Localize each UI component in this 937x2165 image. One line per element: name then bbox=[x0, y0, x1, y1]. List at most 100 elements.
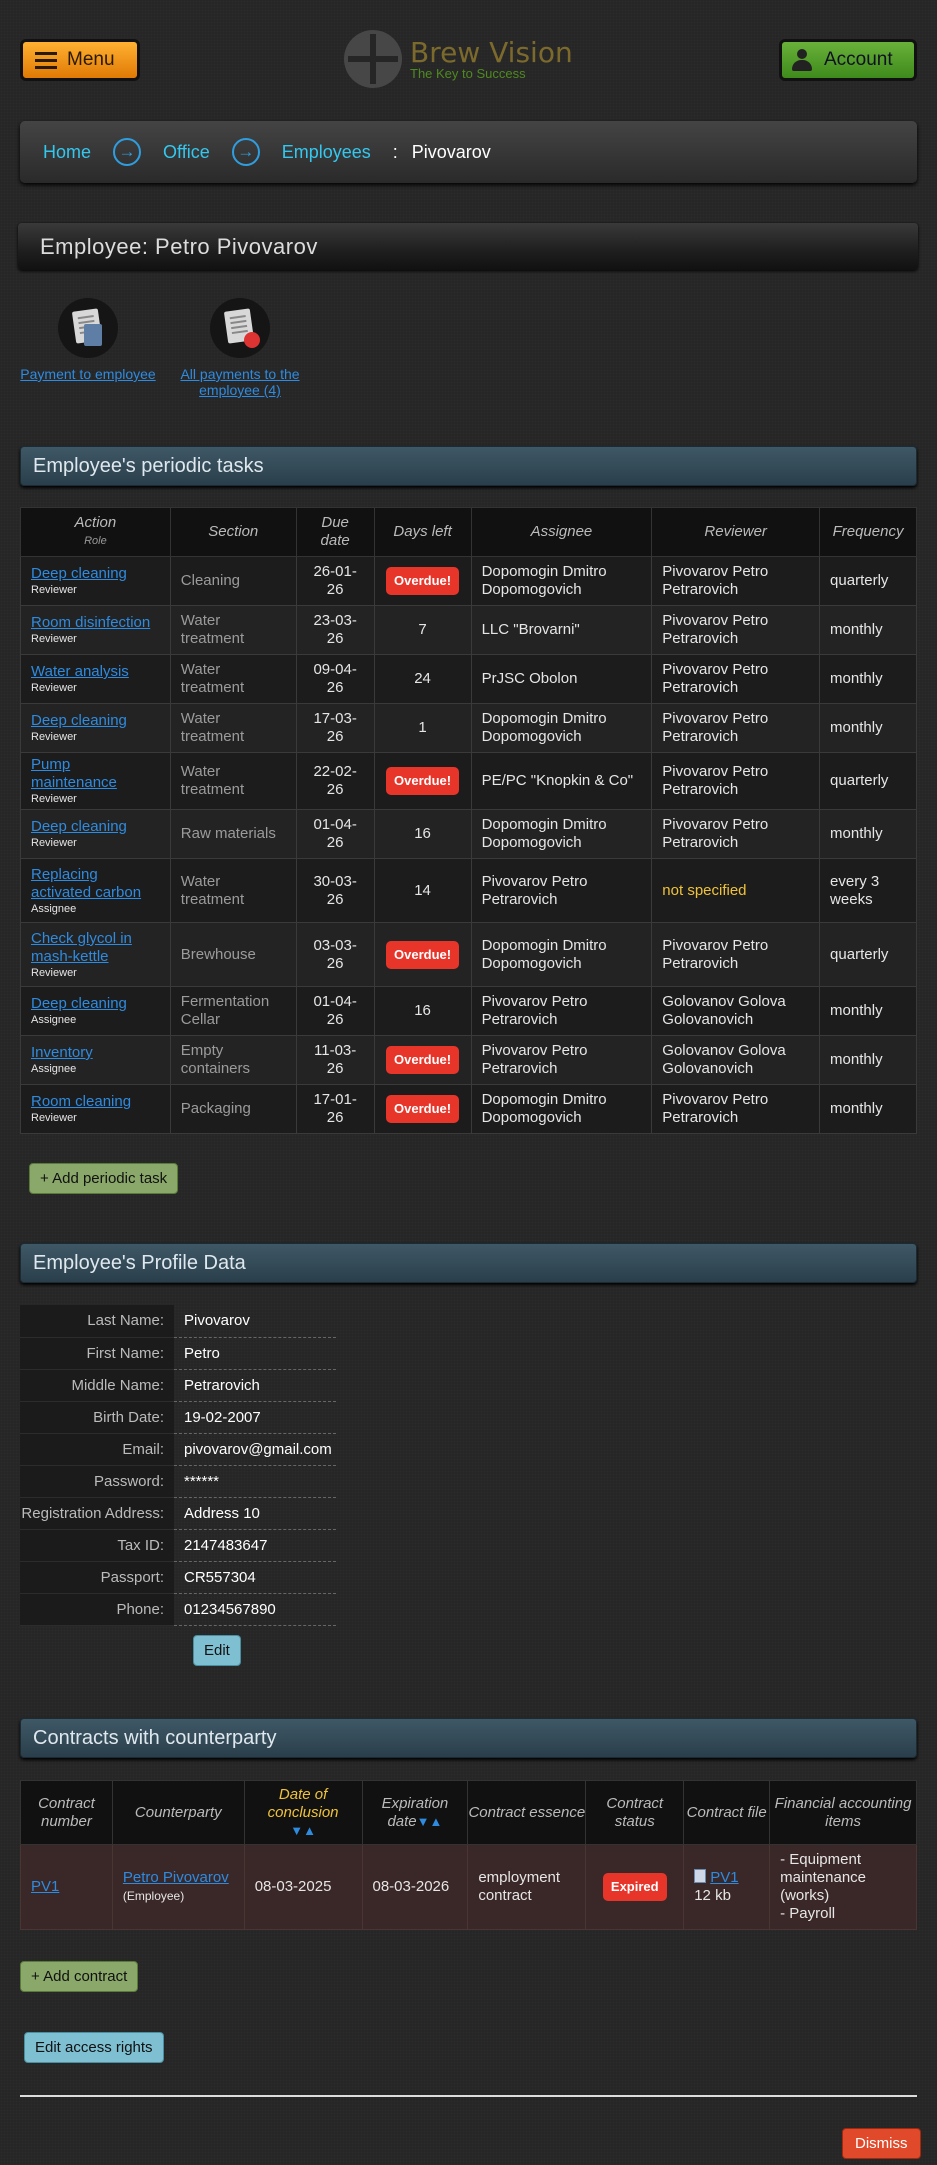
contracts-heading: Contracts with counterparty bbox=[20, 1718, 917, 1758]
assignee-cell: Dopomogin Dmitro Dopomogovich bbox=[470, 922, 653, 987]
account-button[interactable]: Account bbox=[779, 39, 917, 81]
frequency-cell: monthly bbox=[819, 654, 917, 704]
col-assignee[interactable]: Assignee bbox=[470, 507, 653, 557]
action-cell: Room disinfection Reviewer bbox=[20, 605, 171, 655]
task-action-link[interactable]: Room cleaning bbox=[31, 1093, 131, 1110]
due-date-cell: 03-03-26 bbox=[295, 922, 375, 987]
profile-field-row: Registration Address: Address 10 bbox=[20, 1497, 336, 1530]
edit-access-rights-button[interactable]: Edit access rights bbox=[24, 2032, 164, 2063]
due-date-cell: 30-03-26 bbox=[295, 858, 375, 923]
col-frequency[interactable]: Frequency bbox=[819, 507, 917, 557]
breadcrumb-home[interactable]: Home bbox=[43, 142, 91, 163]
counterparty-link[interactable]: Petro Pivovarov bbox=[123, 1869, 229, 1886]
frequency-cell: monthly bbox=[819, 809, 917, 859]
brand-logo[interactable]: Brew Vision The Key to Success bbox=[344, 30, 573, 88]
table-row: Room disinfection Reviewer Water treatment… bbox=[20, 605, 917, 655]
task-action-link[interactable]: Replacing activated carbon bbox=[31, 866, 141, 901]
sort-arrows-icon: ▼▲ bbox=[290, 1822, 316, 1838]
reviewer-cell: Golovanov Golova Golovanovich bbox=[651, 1035, 821, 1085]
col-contract-status[interactable]: Contract status bbox=[585, 1780, 685, 1845]
contract-file-link[interactable]: PV1 bbox=[710, 1869, 738, 1886]
task-action-link[interactable]: Deep cleaning bbox=[31, 995, 127, 1012]
add-periodic-task-button[interactable]: + Add periodic task bbox=[29, 1163, 179, 1194]
action-cell: Room cleaning Reviewer bbox=[20, 1084, 171, 1134]
section-cell: Water treatment bbox=[169, 858, 297, 923]
col-contract-number[interactable]: Contract number bbox=[20, 1780, 113, 1845]
days-left-cell: 16 bbox=[373, 809, 472, 859]
hamburger-icon bbox=[35, 48, 57, 73]
payment-to-employee-link[interactable]: Payment to employee bbox=[20, 366, 155, 382]
sort-arrows-icon: ▼▲ bbox=[416, 1813, 443, 1829]
col-counterparty[interactable]: Counterparty bbox=[111, 1780, 245, 1845]
col-days-left[interactable]: Days left bbox=[373, 507, 472, 557]
due-date-cell: 17-03-26 bbox=[295, 703, 375, 753]
col-action[interactable]: Action Role bbox=[20, 507, 171, 557]
task-action-link[interactable]: Water analysis bbox=[31, 663, 129, 680]
assignee-cell: Pivovarov Petro Petrarovich bbox=[470, 1035, 653, 1085]
menu-button-label: Menu bbox=[67, 49, 115, 70]
task-role: Reviewer bbox=[31, 633, 77, 645]
frequency-cell: every 3 weeks bbox=[819, 858, 917, 923]
col-reviewer[interactable]: Reviewer bbox=[651, 507, 821, 557]
contract-number-link[interactable]: PV1 bbox=[31, 1878, 59, 1895]
section-cell: Water treatment bbox=[169, 752, 297, 810]
frequency-cell: quarterly bbox=[819, 922, 917, 987]
col-due-date[interactable]: Due date bbox=[295, 507, 375, 557]
breadcrumb-employees[interactable]: Employees bbox=[282, 142, 371, 163]
col-financial-items[interactable]: Financial accounting items bbox=[769, 1780, 917, 1845]
table-row: Deep cleaning Reviewer Water treatment 17-0… bbox=[20, 703, 917, 753]
due-date-cell: 01-04-26 bbox=[295, 986, 375, 1036]
edit-profile-button[interactable]: Edit bbox=[193, 1635, 241, 1666]
section-cell: Brewhouse bbox=[169, 922, 297, 987]
table-row: PV1 Petro Pivovarov (Employee) 08-03-2025… bbox=[20, 1844, 917, 1930]
frequency-cell: quarterly bbox=[819, 752, 917, 810]
assignee-cell: PrJSC Obolon bbox=[470, 654, 653, 704]
breadcrumb: Home → Office → Employees : Pivovarov bbox=[20, 121, 917, 183]
all-payments-action[interactable]: All payments to the employee (4) bbox=[176, 298, 304, 398]
breadcrumb-office[interactable]: Office bbox=[163, 142, 210, 163]
expiration-date-cell: 08-03-2026 bbox=[361, 1844, 469, 1930]
task-action-link[interactable]: Pump maintenance bbox=[31, 756, 117, 791]
task-action-link[interactable]: Inventory bbox=[31, 1044, 93, 1061]
reviewer-cell: Pivovarov Petro Petrarovich bbox=[651, 809, 821, 859]
action-cell: Check glycol in mash-kettle Reviewer bbox=[20, 922, 171, 987]
task-role: Assignee bbox=[31, 1063, 77, 1075]
task-action-link[interactable]: Check glycol in mash-kettle bbox=[31, 930, 132, 965]
add-contract-button[interactable]: + Add contract bbox=[20, 1961, 139, 1992]
task-action-link[interactable]: Deep cleaning bbox=[31, 818, 127, 835]
payment-to-employee-action[interactable]: Payment to employee bbox=[18, 298, 158, 382]
overdue-badge: Overdue! bbox=[386, 767, 460, 795]
col-expiration-date[interactable]: Expiration date▼▲ bbox=[361, 1780, 469, 1845]
section-cell: Water treatment bbox=[169, 654, 297, 704]
col-section[interactable]: Section bbox=[169, 507, 297, 557]
calculator-document-icon bbox=[58, 298, 118, 358]
action-cell: Replacing activated carbon Assignee bbox=[20, 858, 171, 923]
days-left-cell: 16 bbox=[373, 986, 472, 1036]
task-role: Reviewer bbox=[31, 1112, 77, 1124]
profile-field-value: CR557304 bbox=[174, 1561, 336, 1594]
date-of-conclusion-cell: 08-03-2025 bbox=[243, 1844, 363, 1930]
contracts-table: Contract number Counterparty Date of con… bbox=[20, 1780, 917, 1930]
task-action-link[interactable]: Room disinfection bbox=[31, 614, 150, 631]
assignee-cell: Dopomogin Dmitro Dopomogovich bbox=[470, 703, 653, 753]
reviewer-cell: Pivovarov Petro Petrarovich bbox=[651, 654, 821, 704]
all-payments-link[interactable]: All payments to the employee (4) bbox=[180, 366, 299, 398]
section-cell: Raw materials bbox=[169, 809, 297, 859]
col-date-of-conclusion[interactable]: Date of conclusion ▼▲ bbox=[243, 1780, 363, 1845]
due-date-cell: 22-02-26 bbox=[295, 752, 375, 810]
task-action-link[interactable]: Deep cleaning bbox=[31, 712, 127, 729]
divider bbox=[20, 2095, 917, 2097]
col-contract-essence[interactable]: Contract essence bbox=[467, 1780, 587, 1845]
counterparty-note: (Employee) bbox=[122, 1889, 185, 1903]
frequency-cell: monthly bbox=[819, 605, 917, 655]
profile-field-row: Password: ****** bbox=[20, 1465, 336, 1498]
menu-button[interactable]: Menu bbox=[20, 39, 140, 81]
task-action-link[interactable]: Deep cleaning bbox=[31, 565, 127, 582]
action-cell: Water analysis Reviewer bbox=[20, 654, 171, 704]
financial-items-cell: - Equipment maintenance (works) - Payrol… bbox=[769, 1844, 917, 1930]
due-date-cell: 09-04-26 bbox=[295, 654, 375, 704]
profile-field-label: First Name: bbox=[20, 1337, 174, 1370]
dismiss-button[interactable]: Dismiss bbox=[842, 2128, 921, 2159]
assignee-cell: Dopomogin Dmitro Dopomogovich bbox=[470, 809, 653, 859]
col-contract-file[interactable]: Contract file bbox=[683, 1780, 771, 1845]
